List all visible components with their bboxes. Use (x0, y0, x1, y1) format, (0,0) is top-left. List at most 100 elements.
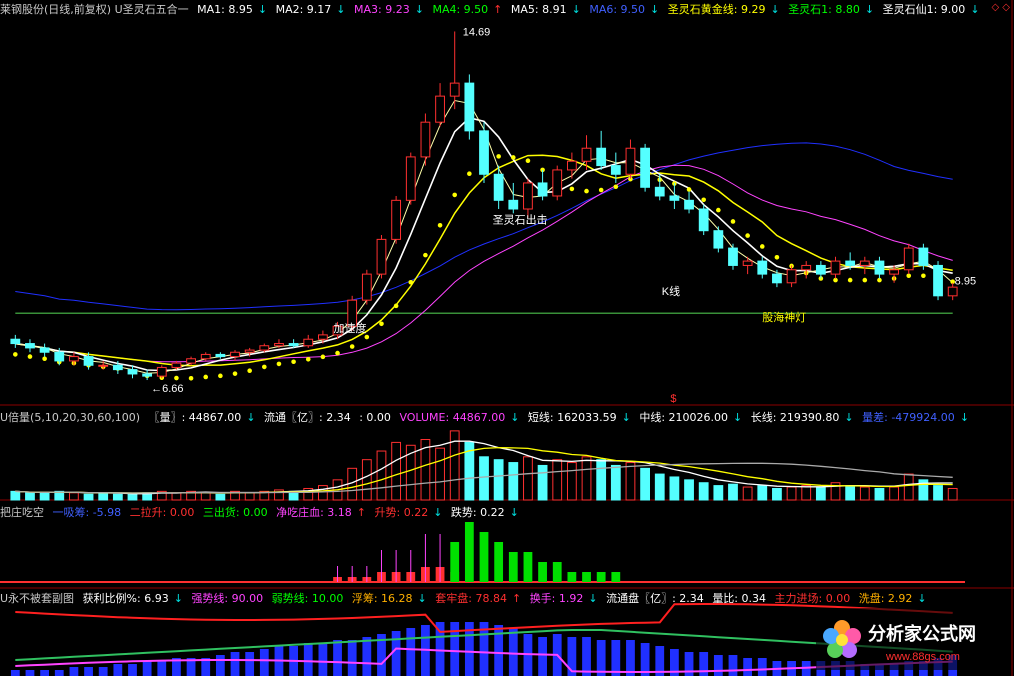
candle (156, 366, 167, 377)
absorb-value: 一吸筹: -5.98 (52, 506, 122, 519)
profit-ratio-value: 获利比例%: 6.93 (82, 592, 169, 605)
dot-line-point (759, 244, 765, 249)
window-controls-icon[interactable]: ◇ ◇ (991, 2, 1010, 13)
candle (464, 82, 475, 132)
dot-line-point (305, 357, 311, 362)
panel3-green-bar (552, 562, 562, 582)
dot-line-point (452, 192, 458, 198)
dot-line-point (364, 334, 370, 340)
wash-value: 洗盘: 2.92 (858, 592, 913, 605)
stone1-label: 圣灵石1: 8.80 (788, 3, 860, 16)
panel4-blue-bar (435, 622, 445, 676)
panel3-green-bar (596, 572, 606, 582)
weak-line-value: 弱势线: 10.00 (271, 592, 344, 605)
panel4-blue-bar (626, 640, 635, 676)
dot-line-point (847, 277, 853, 283)
volume-bar (127, 493, 138, 501)
candle (845, 260, 856, 266)
volume-bar (552, 459, 563, 501)
stock-chart: 14.69 ←6.66 8.95 圣灵石出击加速度 K线股海神灯 $ (0, 0, 1014, 676)
panel3-green-bar (450, 542, 460, 582)
volume-bar (625, 462, 636, 501)
volume-bar (523, 456, 533, 501)
volume-bar (596, 459, 607, 501)
high-label: 14.69 (463, 26, 491, 38)
candle (684, 199, 694, 210)
volume-bar (640, 467, 651, 501)
candle (786, 269, 797, 284)
candle (523, 182, 533, 210)
dot-line-point (730, 219, 736, 224)
candle (244, 349, 255, 353)
candle (230, 351, 240, 358)
candle (566, 160, 577, 171)
panel4-blue-bar (98, 667, 108, 676)
dot-line-point (188, 375, 194, 381)
volume-bar (171, 492, 182, 501)
dot-line-point (584, 188, 589, 194)
watermark-logo: 分析家公式网 www.88gs.com (816, 608, 1006, 670)
volume-bar (903, 473, 914, 501)
candle (288, 343, 299, 347)
distribute-value: 三出货: 0.00 (202, 506, 268, 519)
dot-line-point (701, 197, 706, 203)
candle (171, 362, 182, 368)
panel4-blue-bar (362, 637, 372, 676)
dot-line-point (291, 359, 296, 365)
mid-line-value: 中线: 210026.00 (639, 411, 729, 424)
volume-panel-header: U倍量(5,10,20,30,60,100) 〖量〗: 44867.00 ↓ 流通… (0, 411, 970, 424)
dot-line-point (276, 361, 282, 367)
sell-signal-label: 圣灵石出击 (493, 212, 548, 226)
ma1-label: MA1: 8.95 (197, 3, 253, 16)
lift-value: 二拉升: 0.00 (129, 506, 195, 519)
dot-line-point (569, 186, 575, 192)
candle (801, 264, 812, 271)
candle (361, 273, 372, 301)
volume-bar (859, 486, 870, 501)
panel4-blue-bar (25, 670, 35, 676)
candle (405, 156, 416, 201)
panel4-header: U永不被套副图 获利比例%: 6.93 ↓ 强势线: 90.00 弱势线: 10.… (0, 592, 927, 605)
dot-line-point (510, 155, 516, 160)
volume-bar (508, 462, 519, 501)
candle (625, 147, 636, 175)
main-force-value: 主力进场: 0.00 (774, 592, 851, 605)
volume-bar (317, 485, 328, 501)
volume-bar (845, 485, 856, 501)
panel4-blue-bar (699, 652, 709, 676)
vol-ratio-value: 量比: 0.34 (712, 592, 767, 605)
dot-line-point (349, 344, 355, 349)
panel4-blue-bar (84, 667, 93, 676)
ma4-label: MA4: 9.50 (432, 3, 489, 16)
candle (669, 195, 680, 201)
panel4-blue-bar (508, 628, 518, 676)
dot-line-point (42, 356, 47, 362)
dot-line-point (598, 187, 604, 193)
dot-line-point (467, 171, 472, 177)
watermark-url: www.88gs.com (885, 651, 960, 663)
candle (903, 247, 914, 271)
panel4-blue-bar (611, 640, 621, 676)
dot-line-point (833, 277, 838, 283)
panel4-blue-bar (406, 628, 416, 676)
panel4-blue-bar (40, 670, 50, 676)
dollar-marker: $ (670, 393, 676, 405)
panel4-blue-bar (333, 640, 342, 676)
volume-bar (757, 485, 768, 501)
volume-bar (361, 459, 372, 501)
panel4-blue-bar (318, 643, 328, 676)
immortal1-label: 圣灵石仙1: 9.00 (882, 3, 966, 16)
long-line-value: 长线: 219390.80 (750, 411, 840, 424)
candle (508, 199, 519, 210)
rise-value: 升势: 0.22 (374, 506, 429, 519)
panel4-title: U永不被套副图 (0, 592, 75, 605)
fall-value: 跌势: 0.22 (450, 506, 505, 519)
volume-bar (566, 462, 577, 501)
volume-bar (713, 485, 724, 501)
volume-bar (742, 486, 753, 501)
candle (259, 345, 270, 351)
candle (69, 356, 79, 362)
dot-line-point (247, 368, 252, 373)
candle (757, 260, 768, 275)
candle (493, 173, 504, 201)
